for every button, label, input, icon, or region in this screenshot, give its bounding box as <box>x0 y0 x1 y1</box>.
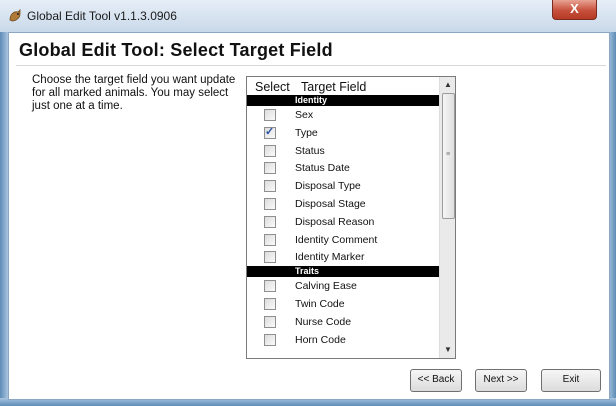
next-button[interactable]: Next >> <box>475 369 527 392</box>
select-column-header: Select <box>255 80 290 94</box>
list-item[interactable]: Disposal Reason <box>247 213 439 231</box>
select-checkbox[interactable] <box>264 315 276 328</box>
title-bar: Global Edit Tool v1.1.3.0906 X <box>0 0 616 32</box>
scroll-down-icon[interactable]: ▼ <box>440 342 455 358</box>
list-item[interactable]: Nurse Code <box>247 313 439 331</box>
app-icon <box>9 9 21 22</box>
list-item[interactable]: Identity Comment <box>247 231 439 249</box>
select-checkbox[interactable] <box>264 280 276 293</box>
field-label: Nurse Code <box>295 315 352 328</box>
field-label: Status Date <box>295 162 350 175</box>
close-button[interactable]: X <box>552 0 597 20</box>
select-checkbox[interactable] <box>264 215 276 228</box>
list-item[interactable]: Identity Marker <box>247 248 439 266</box>
vertical-scrollbar[interactable]: ▲ ≡ ▼ <box>439 77 455 358</box>
field-label: Type <box>295 126 318 139</box>
list-rows: Identity Sex Type Status Status Date Disposal… <box>247 95 439 348</box>
group-label: Identity <box>295 95 328 105</box>
instructions-text: Choose the target field you want update … <box>32 74 236 112</box>
select-checkbox[interactable] <box>264 125 276 139</box>
select-checkbox[interactable] <box>264 109 276 121</box>
field-label: Identity Comment <box>295 233 378 246</box>
scroll-up-icon[interactable]: ▲ <box>440 77 455 93</box>
field-label: Horn Code <box>295 333 346 346</box>
exit-button[interactable]: Exit <box>541 369 601 392</box>
field-label: Sex <box>295 109 314 121</box>
list-item[interactable]: Status <box>247 142 439 160</box>
field-label: Identity Marker <box>295 251 365 264</box>
page-title: Global Edit Tool: Select Target Field <box>19 40 333 60</box>
list-item[interactable]: Type <box>247 124 439 142</box>
back-button[interactable]: << Back <box>410 369 462 392</box>
field-label: Twin Code <box>295 297 345 310</box>
select-checkbox[interactable] <box>264 197 276 210</box>
target-field-list[interactable]: Select Target Field Identity Sex Type Statu… <box>246 76 456 359</box>
field-label: Calving Ease <box>295 280 357 293</box>
list-item[interactable]: Disposal Stage <box>247 195 439 213</box>
grip-icon: ≡ <box>446 151 451 158</box>
list-item[interactable]: Status Date <box>247 159 439 177</box>
window-title: Global Edit Tool v1.1.3.0906 <box>27 9 177 23</box>
list-item[interactable]: Calving Ease <box>247 277 439 295</box>
select-checkbox[interactable] <box>264 333 276 346</box>
list-item[interactable]: Sex <box>247 106 439 124</box>
list-header: Select Target Field <box>247 77 437 95</box>
field-label: Disposal Type <box>295 180 361 193</box>
list-item[interactable]: Twin Code <box>247 295 439 313</box>
list-item[interactable]: Disposal Type <box>247 177 439 195</box>
field-label: Disposal Reason <box>295 215 375 228</box>
list-group-header: Traits <box>247 266 439 278</box>
select-checkbox[interactable] <box>264 251 276 264</box>
scroll-thumb[interactable]: ≡ <box>442 93 455 219</box>
list-item[interactable]: Horn Code <box>247 331 439 349</box>
target-field-column-header: Target Field <box>301 80 367 94</box>
select-checkbox[interactable] <box>264 297 276 310</box>
select-checkbox[interactable] <box>264 144 276 157</box>
list-group-header: Identity <box>247 95 439 106</box>
window-border-left <box>0 32 8 406</box>
title-divider <box>16 65 606 66</box>
field-label: Status <box>295 144 325 157</box>
select-checkbox[interactable] <box>264 162 276 175</box>
field-label: Disposal Stage <box>295 197 366 210</box>
group-label: Traits <box>295 266 320 277</box>
select-checkbox[interactable] <box>264 180 276 193</box>
select-checkbox[interactable] <box>264 233 276 246</box>
